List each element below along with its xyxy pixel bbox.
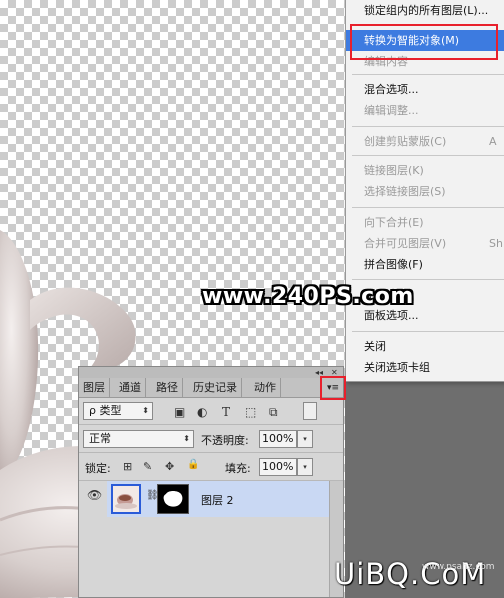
dropdown-caret-icon: ⬍ <box>142 406 149 415</box>
layers-list-empty-area <box>79 517 329 597</box>
menu-item-13[interactable]: 关闭 <box>346 336 504 357</box>
fill-slider-button[interactable]: ▾ <box>297 458 313 476</box>
menu-item-3[interactable]: 混合选项... <box>346 79 504 100</box>
filter-toggle-switch[interactable] <box>303 402 317 420</box>
watermark-text: www.240PS.com <box>202 284 414 309</box>
adjustment-filter-icon[interactable]: ◐ <box>197 405 207 419</box>
fill-label: 填充: <box>225 462 251 475</box>
tab-history[interactable]: 历史记录 <box>189 378 242 398</box>
menu-item-label: 链接图层(K) <box>364 164 424 177</box>
opacity-slider-button[interactable]: ▾ <box>297 430 313 448</box>
menu-item-label: 编辑调整... <box>364 104 419 117</box>
blend-mode-value: 正常 <box>89 432 111 445</box>
menu-item-shortcut: Sh <box>489 237 503 250</box>
menu-item-label: 锁定组内的所有图层(L)... <box>364 4 489 17</box>
menu-item-label: 向下合并(E) <box>364 216 424 229</box>
menu-separator <box>352 279 504 280</box>
tab-channels[interactable]: 通道 <box>115 378 146 398</box>
layer-name[interactable]: 图层 2 <box>201 492 234 508</box>
lock-image-icon[interactable]: ✎ <box>143 460 152 473</box>
blend-row: 正常 ⬍ 不透明度: 100% ▾ <box>79 425 343 453</box>
panel-tab-bar: 图层 通道 路径 历史记录 动作 ▾≡ <box>79 378 343 398</box>
menu-item-label: 选择链接图层(S) <box>364 185 446 198</box>
menu-separator <box>352 207 504 208</box>
menu-item-14[interactable]: 关闭选项卡组 <box>346 357 504 378</box>
fill-value: 100% <box>262 460 294 473</box>
menu-item-9: 合并可见图层(V) Sh <box>346 233 504 254</box>
filter-kind-label: ρ 类型 <box>89 404 122 417</box>
menu-item-label: 面板选项... <box>364 309 419 322</box>
menu-item-8: 向下合并(E) <box>346 212 504 233</box>
menu-item-0[interactable]: 锁定组内的所有图层(L)... <box>346 0 504 21</box>
menu-item-label: 创建剪贴蒙版(C) <box>364 135 447 148</box>
tab-actions[interactable]: 动作 <box>250 378 281 398</box>
opacity-value: 100% <box>262 432 294 445</box>
layers-panel: ◂◂ ✕ 图层 通道 路径 历史记录 动作 ▾≡ ρ 类型 ⬍ ▣ ◐ T ⬚ … <box>78 366 344 598</box>
layer-thumbnail[interactable] <box>111 484 141 514</box>
mask-shape <box>163 491 183 507</box>
opacity-input[interactable]: 100% <box>259 430 297 448</box>
layer-mask-thumbnail[interactable] <box>157 484 189 514</box>
blend-mode-dropdown[interactable]: 正常 ⬍ <box>83 430 194 448</box>
tab-paths[interactable]: 路径 <box>152 378 183 398</box>
menu-item-5: 创建剪贴蒙版(C) A <box>346 131 504 152</box>
layer-row-layer-2[interactable]: ⛓ 图层 2 <box>107 481 343 517</box>
menu-separator <box>352 331 504 332</box>
annotation-highlight-panel-menu <box>320 376 346 400</box>
lock-position-icon[interactable]: ✥ <box>165 460 174 473</box>
teacup-thumbnail-image <box>115 494 137 509</box>
menu-item-10[interactable]: 拼合图像(F) <box>346 254 504 275</box>
lock-transparent-icon[interactable]: ⊞ <box>123 460 132 473</box>
menu-separator <box>352 155 504 156</box>
image-filter-icon[interactable]: ▣ <box>174 405 185 419</box>
menu-item-label: 合并可见图层(V) <box>364 237 447 250</box>
menu-item-label: 关闭 <box>364 340 386 353</box>
menu-item-shortcut: A <box>489 135 497 148</box>
annotation-highlight-menu <box>350 24 498 60</box>
brand-subtext: www.psahz.com <box>422 562 495 572</box>
opacity-label: 不透明度: <box>201 434 249 447</box>
menu-item-label: 混合选项... <box>364 83 419 96</box>
menu-item-4: 编辑调整... <box>346 100 504 121</box>
type-filter-icon[interactable]: T <box>222 405 230 419</box>
lock-all-icon[interactable]: 🔒 <box>187 459 199 470</box>
shape-filter-icon[interactable]: ⬚ <box>245 405 256 419</box>
panel-title-bar[interactable]: ◂◂ ✕ <box>79 367 343 378</box>
eye-icon[interactable]: 👁 <box>87 488 102 502</box>
tab-layers[interactable]: 图层 <box>79 378 110 398</box>
menu-item-6: 链接图层(K) <box>346 160 504 181</box>
filter-row: ρ 类型 ⬍ ▣ ◐ T ⬚ ⧉ <box>79 398 343 425</box>
menu-item-label: 拼合图像(F) <box>364 258 423 271</box>
dropdown-caret-icon: ⬍ <box>183 434 190 443</box>
fill-input[interactable]: 100% <box>259 458 297 476</box>
filter-kind-dropdown[interactable]: ρ 类型 ⬍ <box>83 402 153 420</box>
menu-separator <box>352 126 504 127</box>
lock-label: 锁定: <box>85 462 111 475</box>
lock-row: 锁定: ⊞ ✎ ✥ 🔒 填充: 100% ▾ <box>79 453 343 481</box>
menu-item-label: 关闭选项卡组 <box>364 361 430 374</box>
smart-object-filter-icon[interactable]: ⧉ <box>269 405 278 420</box>
menu-item-7: 选择链接图层(S) <box>346 181 504 202</box>
menu-separator <box>352 74 504 75</box>
